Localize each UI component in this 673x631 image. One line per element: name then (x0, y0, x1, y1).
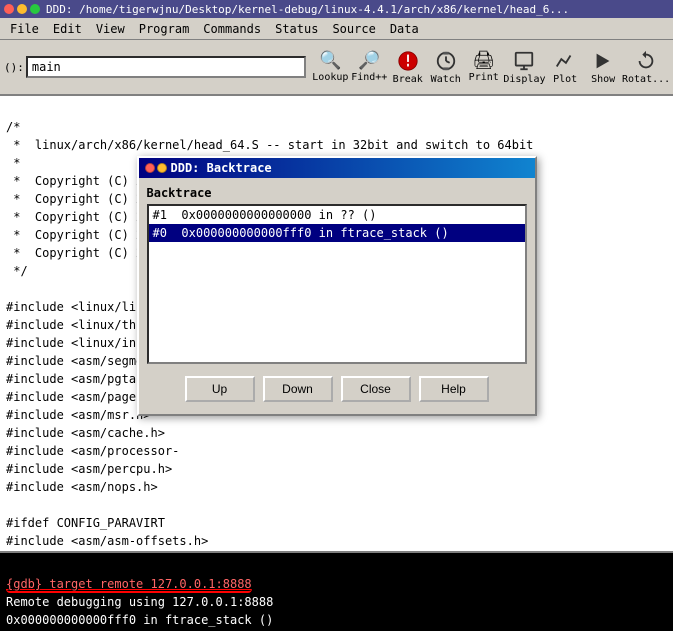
watch-icon (435, 50, 457, 72)
dialog-title: DDD: Backtrace (171, 161, 272, 175)
source-line: * linux/arch/x86/kernel/head_64.S -- sta… (6, 136, 667, 154)
window-title: DDD: /home/tigerwjnu/Desktop/kernel-debu… (46, 3, 569, 16)
display-label: Display (503, 74, 545, 85)
source-line: #include <asm/processor- (6, 442, 667, 460)
show-button[interactable]: Show (585, 42, 621, 92)
terminal-line-gdb1: {gdb} target remote 127.0.0.1:8888 (6, 575, 667, 593)
dialog-body: Backtrace #1 0x0000000000000000 in ?? ()… (139, 178, 535, 414)
watch-label: Watch (431, 74, 461, 85)
lookup-label: Lookup (312, 72, 348, 83)
input-label: (): (4, 61, 24, 74)
minimize-button[interactable] (17, 4, 27, 14)
up-button[interactable]: Up (185, 376, 255, 402)
command-input-group: (): (4, 55, 306, 79)
display-button[interactable]: Display (504, 42, 545, 92)
menu-bar: File Edit View Program Commands Status S… (0, 18, 673, 40)
source-line: #include <asm/cache.h> (6, 424, 667, 442)
break-icon (397, 50, 419, 72)
terminal-line (6, 557, 667, 575)
main-content: /* * linux/arch/x86/kernel/head_64.S -- … (0, 96, 673, 631)
terminal-area[interactable]: {gdb} target remote 127.0.0.1:8888 Remot… (0, 551, 673, 631)
menu-data[interactable]: Data (384, 20, 425, 38)
plot-label: Plot (553, 74, 577, 85)
menu-status[interactable]: Status (269, 20, 324, 38)
help-button[interactable]: Help (419, 376, 489, 402)
break-label: Break (393, 74, 423, 85)
lookup-button[interactable]: 🔍 Lookup (312, 42, 349, 92)
rotate-button[interactable]: Rotat... (623, 42, 669, 92)
backtrace-item-1[interactable]: #1 0x0000000000000000 in ?? () (149, 206, 525, 224)
print-button[interactable]: 🖨 Print (466, 42, 502, 92)
menu-commands[interactable]: Commands (197, 20, 267, 38)
source-line: #include <asm/asm-offsets.h> (6, 532, 667, 550)
dialog-title-bar[interactable]: DDD: Backtrace (139, 158, 535, 178)
menu-view[interactable]: View (90, 20, 131, 38)
dialog-minimize-button[interactable] (157, 163, 167, 173)
plot-button[interactable]: Plot (547, 42, 583, 92)
find-label: Find++ (351, 72, 387, 83)
toolbar: (): 🔍 Lookup 🔎 Find++ Break Watch 🖨 Prin… (0, 40, 673, 96)
find-icon: 🔎 (358, 52, 380, 70)
source-line: #include <asm/nops.h> (6, 478, 667, 496)
down-button[interactable]: Down (263, 376, 333, 402)
find-button[interactable]: 🔎 Find++ (351, 42, 388, 92)
rotate-label: Rotat... (622, 74, 670, 85)
terminal-line-ftrace: 0x000000000000fff0 in ftrace_stack () (6, 611, 667, 629)
source-line (6, 496, 667, 514)
show-icon (592, 50, 614, 72)
backtrace-item-0[interactable]: #0 0x000000000000fff0 in ftrace_stack () (149, 224, 525, 242)
menu-edit[interactable]: Edit (47, 20, 88, 38)
command-input[interactable] (26, 56, 306, 78)
menu-source[interactable]: Source (326, 20, 381, 38)
window-controls[interactable] (4, 4, 40, 14)
plot-icon (554, 50, 576, 72)
show-label: Show (591, 74, 615, 85)
display-icon (513, 50, 535, 72)
print-label: Print (469, 72, 499, 83)
backtrace-list[interactable]: #1 0x0000000000000000 in ?? () #0 0x0000… (147, 204, 527, 364)
source-line: #include <asm/percpu.h> (6, 460, 667, 478)
break-button[interactable]: Break (390, 42, 426, 92)
print-icon: 🖨 (472, 52, 495, 70)
watch-button[interactable]: Watch (428, 42, 464, 92)
close-button[interactable]: Close (341, 376, 411, 402)
dialog-close-button[interactable] (145, 163, 155, 173)
dialog-window-controls[interactable] (145, 163, 167, 173)
source-line: #ifdef CONFIG_PARAVIRT (6, 514, 667, 532)
terminal-line-remote: Remote debugging using 127.0.0.1:8888 (6, 593, 667, 611)
backtrace-dialog: DDD: Backtrace Backtrace #1 0x0000000000… (137, 156, 537, 416)
menu-program[interactable]: Program (133, 20, 196, 38)
source-line (6, 100, 667, 118)
dialog-section-label: Backtrace (147, 186, 527, 200)
title-bar: DDD: /home/tigerwjnu/Desktop/kernel-debu… (0, 0, 673, 18)
menu-file[interactable]: File (4, 20, 45, 38)
source-line: /* (6, 118, 667, 136)
close-button[interactable] (4, 4, 14, 14)
dialog-buttons: Up Down Close Help (147, 372, 527, 406)
lookup-icon: 🔍 (319, 52, 341, 70)
rotate-icon (635, 50, 657, 72)
maximize-button[interactable] (30, 4, 40, 14)
